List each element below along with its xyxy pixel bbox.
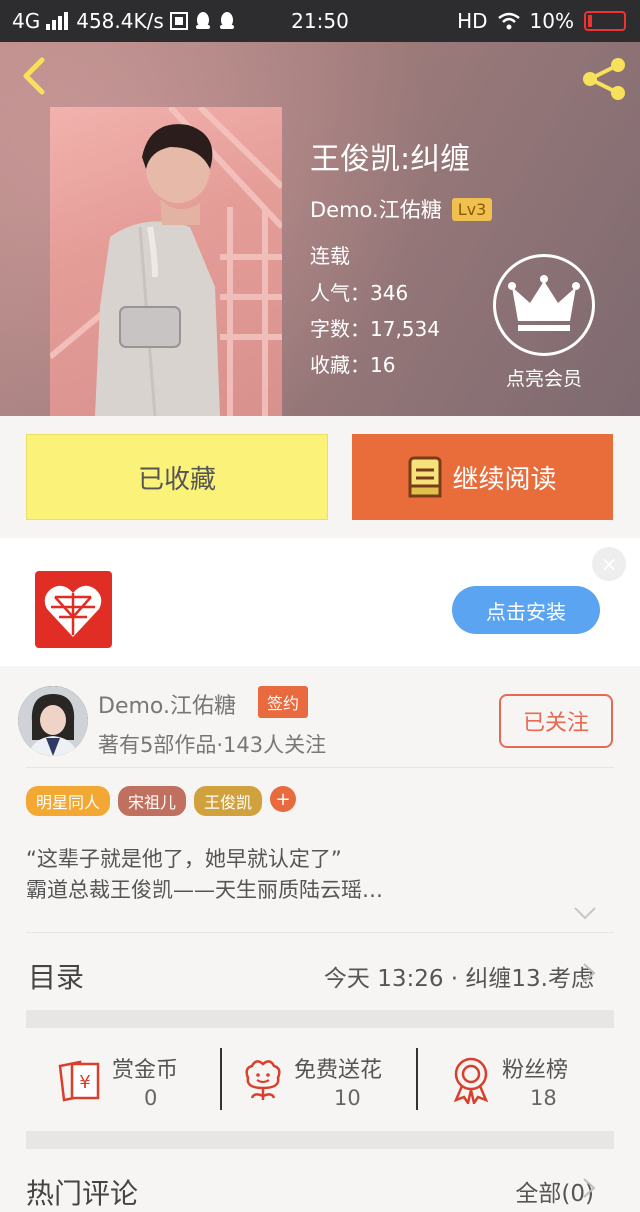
hd-label: HD: [457, 9, 488, 33]
section-separator: [26, 1010, 614, 1028]
fan-ranking-value: 18: [530, 1086, 557, 1110]
free-flowers-value: 10: [334, 1086, 361, 1110]
section-separator: [26, 1131, 614, 1149]
svg-text:¥: ¥: [79, 1072, 90, 1093]
share-icon[interactable]: [580, 56, 628, 102]
cover-illustration: [50, 107, 282, 416]
signed-badge: 签约: [258, 686, 309, 718]
toc-title: 目录: [28, 961, 85, 994]
close-icon: ×: [600, 552, 618, 576]
favorited-button[interactable]: 已收藏: [26, 434, 328, 520]
ad-app-logo[interactable]: [35, 571, 112, 648]
reward-coins-value: 0: [144, 1086, 158, 1110]
status-right: HD 10%: [457, 9, 626, 33]
crown-icon: [508, 275, 580, 331]
vip-label[interactable]: 点亮会员: [490, 364, 598, 391]
intro-divider: [26, 932, 614, 933]
intro-line-1: “这辈子就是他了，她早就认定了”: [26, 847, 342, 871]
install-button[interactable]: 点击安装: [452, 586, 600, 634]
book-author[interactable]: Demo.江佑糖: [310, 194, 442, 224]
author-name[interactable]: Demo.江佑糖: [98, 688, 236, 720]
tag-item[interactable]: 宋祖儿: [118, 786, 187, 816]
free-flowers-stat[interactable]: 免费送花 10: [222, 1046, 416, 1116]
install-label: 点击安装: [486, 599, 566, 624]
author-divider: [26, 767, 614, 768]
book-cover[interactable]: [50, 107, 282, 416]
hot-comments-title: 热门评论: [26, 1177, 139, 1210]
medal-icon: [453, 1057, 489, 1104]
favorited-label: 已收藏: [137, 464, 216, 495]
tag-item[interactable]: 明星同人: [26, 786, 111, 816]
popularity: 人气：346: [310, 281, 409, 305]
serial-status: 连载: [310, 244, 350, 268]
word-count: 字数：17,534: [310, 317, 440, 341]
tag-item[interactable]: 王俊凯: [194, 786, 263, 816]
fan-ranking-label: 粉丝榜: [502, 1058, 569, 1083]
battery-icon: [584, 11, 626, 31]
chevron-right-icon[interactable]: [582, 962, 596, 984]
avatar-image: [18, 686, 88, 756]
favorite-count: 收藏：16: [310, 353, 396, 377]
vip-button[interactable]: [493, 254, 595, 356]
level-badge: Lv3: [451, 197, 493, 221]
book-author-line: Demo.江佑糖 Lv3: [310, 194, 493, 224]
flower-icon: [245, 1060, 281, 1100]
followed-button[interactable]: 已关注: [499, 694, 613, 748]
wifi-icon: [497, 12, 520, 30]
coin-envelope-icon: ¥: [58, 1060, 100, 1102]
followed-label: 已关注: [522, 711, 589, 736]
chevron-right-icon[interactable]: [582, 1177, 596, 1199]
author-stats: 著有5部作品·143人关注: [98, 733, 327, 757]
book-title: 王俊凯:纠缠: [310, 142, 471, 177]
reward-coins-stat[interactable]: ¥ 赏金币 0: [26, 1046, 220, 1116]
pinduoduo-logo-icon: [44, 585, 102, 637]
ad-close-button[interactable]: ×: [592, 547, 626, 581]
author-avatar[interactable]: [18, 686, 88, 756]
free-flowers-label: 免费送花: [294, 1058, 383, 1083]
fan-ranking-stat[interactable]: 粉丝榜 18: [418, 1046, 612, 1116]
back-icon[interactable]: [16, 56, 52, 96]
chevron-down-icon[interactable]: [573, 906, 597, 920]
intro-line-2: 霸道总裁王俊凯——天生丽质陆云瑶…: [26, 878, 383, 902]
book-icon: [408, 456, 442, 498]
continue-reading-label: 继续阅读: [452, 464, 557, 495]
status-bar: 4G 458.4K/s 21:50 HD 10%: [0, 0, 640, 42]
toc-latest-chapter[interactable]: 今天 13:26 · 纠缠13.考虑: [324, 959, 594, 993]
continue-reading-button[interactable]: 继续阅读: [352, 434, 613, 520]
add-tag-button[interactable]: +: [270, 786, 297, 812]
battery-percent: 10%: [529, 9, 574, 33]
reward-coins-label: 赏金币: [112, 1058, 179, 1083]
tag-list: 明星同人 宋祖儿 王俊凯 +: [26, 786, 297, 816]
